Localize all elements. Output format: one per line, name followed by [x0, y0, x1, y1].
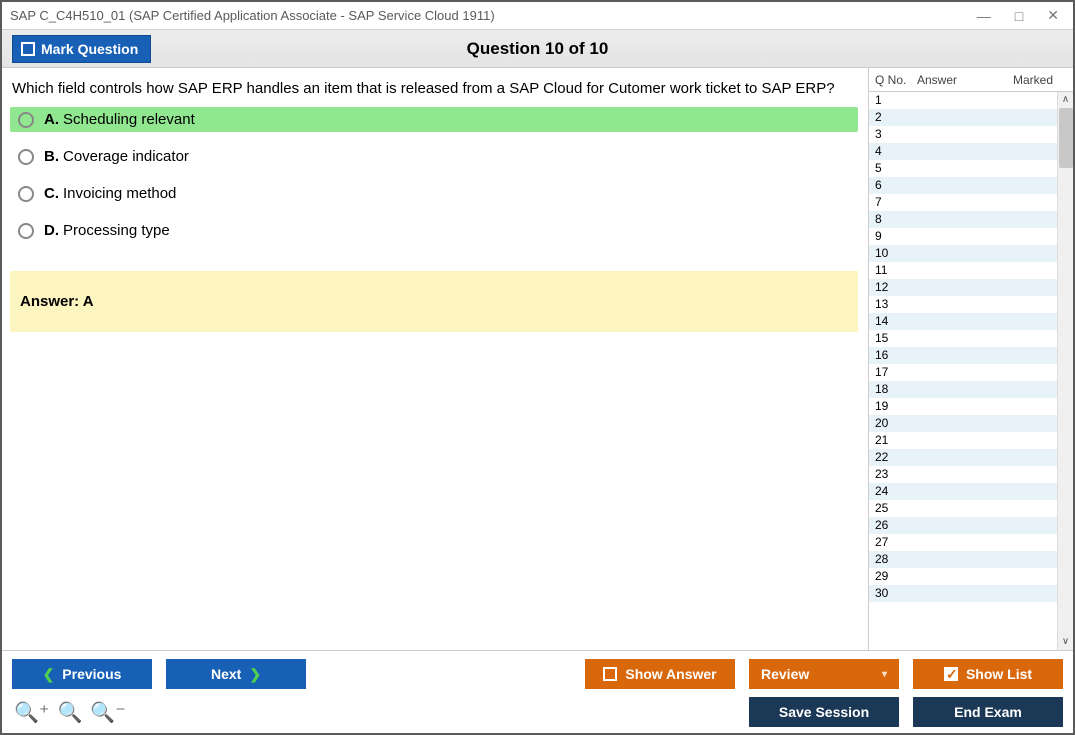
list-row[interactable]: 25	[869, 500, 1073, 517]
list-row[interactable]: 29	[869, 568, 1073, 585]
radio-icon	[18, 186, 34, 202]
option-letter: A.	[44, 111, 59, 128]
list-body: 1234567891011121314151617181920212223242…	[869, 92, 1073, 650]
radio-icon	[18, 223, 34, 239]
next-button[interactable]: Next ❯	[166, 659, 306, 689]
show-answer-button[interactable]: Show Answer	[585, 659, 735, 689]
scroll-thumb[interactable]	[1059, 108, 1073, 168]
list-row[interactable]: 11	[869, 262, 1073, 279]
list-row[interactable]: 5	[869, 160, 1073, 177]
col-answer: Answer	[917, 73, 1013, 87]
list-row[interactable]: 30	[869, 585, 1073, 602]
show-answer-label: Show Answer	[625, 666, 716, 682]
radio-icon	[18, 149, 34, 165]
scroll-up-icon[interactable]: ∧	[1058, 92, 1073, 108]
list-row[interactable]: 2	[869, 109, 1073, 126]
scrollbar[interactable]: ∧ ∨	[1057, 92, 1073, 650]
review-dropdown[interactable]: Review ▾	[749, 659, 899, 689]
list-row[interactable]: 9	[869, 228, 1073, 245]
zoom-out-icon[interactable]: 🔍⁻	[90, 700, 125, 725]
list-header: Q No. Answer Marked	[869, 68, 1073, 92]
list-row[interactable]: 18	[869, 381, 1073, 398]
checkbox-checked-icon	[944, 667, 958, 681]
list-row[interactable]: 12	[869, 279, 1073, 296]
save-session-button[interactable]: Save Session	[749, 697, 899, 727]
question-panel: Which field controls how SAP ERP handles…	[2, 68, 868, 650]
list-row[interactable]: 13	[869, 296, 1073, 313]
option-letter: D.	[44, 222, 59, 239]
app-window: SAP C_C4H510_01 (SAP Certified Applicati…	[0, 0, 1075, 735]
chevron-down-icon: ▾	[882, 669, 887, 680]
list-row[interactable]: 4	[869, 143, 1073, 160]
maximize-icon[interactable]: □	[1015, 8, 1023, 24]
list-row[interactable]: 22	[869, 449, 1073, 466]
list-row[interactable]: 23	[869, 466, 1073, 483]
checkbox-icon	[21, 42, 35, 56]
minimize-icon[interactable]: —	[977, 8, 991, 24]
option-text: Scheduling relevant	[63, 111, 195, 128]
show-list-button[interactable]: Show List	[913, 659, 1063, 689]
list-row[interactable]: 15	[869, 330, 1073, 347]
option-C[interactable]: C.Invoicing method	[10, 181, 858, 206]
options-list: A.Scheduling relevant B.Coverage indicato…	[10, 107, 858, 255]
question-counter: Question 10 of 10	[2, 39, 1073, 59]
checkbox-icon	[603, 667, 617, 681]
chevron-left-icon: ❮	[43, 666, 55, 683]
close-icon[interactable]: ✕	[1047, 7, 1059, 24]
col-marked: Marked	[1013, 73, 1073, 87]
zoom-controls: 🔍⁺ 🔍 🔍⁻	[12, 700, 126, 725]
option-A[interactable]: A.Scheduling relevant	[10, 107, 858, 132]
list-row[interactable]: 1	[869, 92, 1073, 109]
option-letter: B.	[44, 148, 59, 165]
list-row[interactable]: 7	[869, 194, 1073, 211]
question-list-panel: Q No. Answer Marked 12345678910111213141…	[868, 68, 1073, 650]
list-row[interactable]: 20	[869, 415, 1073, 432]
scroll-down-icon[interactable]: ∨	[1058, 634, 1073, 650]
next-label: Next	[211, 666, 241, 682]
end-exam-label: End Exam	[954, 704, 1022, 720]
window-title: SAP C_C4H510_01 (SAP Certified Applicati…	[10, 8, 495, 23]
list-row[interactable]: 8	[869, 211, 1073, 228]
option-D[interactable]: D.Processing type	[10, 218, 858, 243]
radio-icon	[18, 112, 34, 128]
option-text: Invoicing method	[63, 185, 176, 202]
list-row[interactable]: 14	[869, 313, 1073, 330]
list-row[interactable]: 28	[869, 551, 1073, 568]
titlebar: SAP C_C4H510_01 (SAP Certified Applicati…	[2, 2, 1073, 30]
previous-button[interactable]: ❮ Previous	[12, 659, 152, 689]
list-row[interactable]: 17	[869, 364, 1073, 381]
show-list-label: Show List	[966, 666, 1032, 682]
footer: ❮ Previous Next ❯ Show Answer Review ▾ S…	[2, 650, 1073, 733]
list-row[interactable]: 21	[869, 432, 1073, 449]
option-letter: C.	[44, 185, 59, 202]
review-label: Review	[761, 666, 809, 682]
list-row[interactable]: 3	[869, 126, 1073, 143]
list-row[interactable]: 6	[869, 177, 1073, 194]
chevron-right-icon: ❯	[249, 666, 261, 683]
list-row[interactable]: 24	[869, 483, 1073, 500]
mark-question-label: Mark Question	[41, 41, 138, 57]
option-text: Processing type	[63, 222, 170, 239]
mark-question-button[interactable]: Mark Question	[12, 35, 151, 63]
window-controls: — □ ✕	[977, 7, 1065, 24]
save-session-label: Save Session	[779, 704, 869, 720]
option-text: Coverage indicator	[63, 148, 189, 165]
zoom-in-icon[interactable]: 🔍⁺	[14, 700, 49, 725]
col-qno: Q No.	[869, 73, 917, 87]
list-row[interactable]: 19	[869, 398, 1073, 415]
list-row[interactable]: 16	[869, 347, 1073, 364]
list-row[interactable]: 27	[869, 534, 1073, 551]
list-row[interactable]: 10	[869, 245, 1073, 262]
list-row[interactable]: 26	[869, 517, 1073, 534]
body: Which field controls how SAP ERP handles…	[2, 68, 1073, 650]
question-text: Which field controls how SAP ERP handles…	[10, 78, 858, 107]
header-bar: Mark Question Question 10 of 10	[2, 30, 1073, 68]
option-B[interactable]: B.Coverage indicator	[10, 144, 858, 169]
zoom-reset-icon[interactable]: 🔍	[57, 700, 82, 725]
previous-label: Previous	[62, 666, 121, 682]
answer-box: Answer: A	[10, 271, 858, 332]
end-exam-button[interactable]: End Exam	[913, 697, 1063, 727]
